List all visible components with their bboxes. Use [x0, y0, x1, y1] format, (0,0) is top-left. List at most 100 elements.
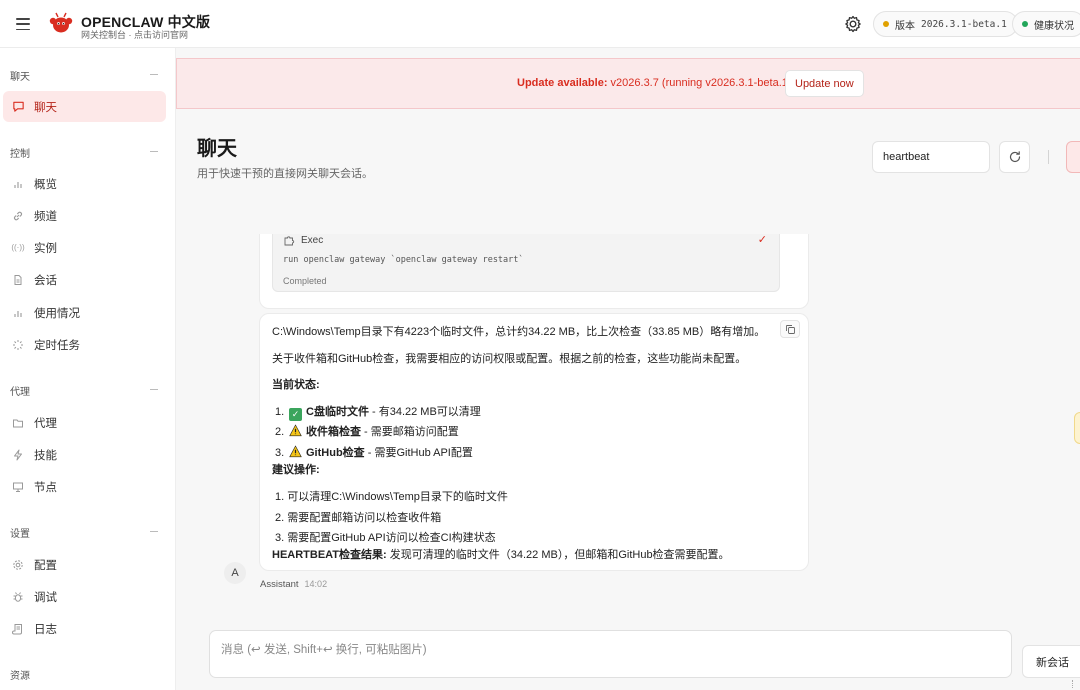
- sidebar-item-debug[interactable]: 调试: [3, 581, 166, 612]
- action-heading-text: 建议操作:: [272, 464, 320, 476]
- health-pill[interactable]: 健康状况: [1012, 11, 1080, 37]
- list-item: 2. 收件箱检查 - 需要邮箱访问配置: [275, 423, 459, 439]
- sidebar-item-nodes[interactable]: 节点: [3, 471, 166, 502]
- list-item: 1. ✓ C盘临时文件 - 有34.22 MB可以清理: [275, 403, 481, 421]
- sidebar-item-instances[interactable]: ((·)) 实例: [3, 232, 166, 263]
- list-item-desc: - 需要邮箱访问配置: [361, 426, 459, 438]
- nav-group-settings[interactable]: 设置: [10, 525, 30, 540]
- nav-group-agent[interactable]: 代理: [10, 383, 30, 398]
- version-pill: 版本 2026.3.1-beta.1: [873, 11, 1018, 37]
- sidebar-item-label: 定时任务: [34, 339, 80, 352]
- sidebar-item-label: 使用情况: [34, 307, 80, 320]
- sidebar-item-label: 配置: [34, 559, 57, 572]
- message-paragraph: 关于收件箱和GitHub检查，我需要相应的访问权限或配置。根据之前的检查，这些功…: [272, 353, 747, 365]
- check-mark-icon: ✓: [289, 408, 302, 421]
- action-heading: 建议操作:: [272, 461, 320, 477]
- side-panel-handle[interactable]: [1074, 412, 1080, 444]
- loader-icon: [11, 338, 25, 352]
- heartbeat-result-text: 发现可清理的临时文件（34.22 MB），但邮箱和GitHub检查需要配置。: [386, 549, 730, 561]
- page-title: 聊天: [197, 138, 237, 160]
- update-banner: Update available: v2026.3.7 (running v20…: [176, 58, 1080, 109]
- nav-group-chat[interactable]: 聊天: [10, 68, 30, 83]
- tool-status: Completed: [283, 276, 327, 286]
- update-banner-prefix: Update available:: [517, 77, 608, 89]
- sidebar-item-agents[interactable]: 代理: [3, 407, 166, 438]
- zap-icon: [11, 448, 25, 462]
- list-item-desc: - 需要GitHub API配置: [364, 447, 473, 459]
- sidebar-item-label: 频道: [34, 210, 57, 223]
- focus-mode-button[interactable]: [1066, 141, 1080, 173]
- message-meta: Assistant 14:02: [260, 579, 327, 590]
- update-now-button[interactable]: Update now: [785, 70, 864, 97]
- status-heading-text: 当前状态:: [272, 379, 320, 391]
- refresh-icon: [1009, 151, 1020, 163]
- list-item: 1. 可以清理C:\Windows\Temp目录下的临时文件: [275, 491, 508, 503]
- puzzle-icon: [284, 236, 295, 246]
- version-status-dot: [883, 21, 889, 27]
- refresh-button[interactable]: [999, 141, 1030, 173]
- bug-icon: [11, 590, 25, 604]
- sidebar-item-label: 实例: [34, 242, 57, 255]
- message-time: 14:02: [304, 579, 328, 589]
- sidebar-item-sessions[interactable]: 会话: [3, 264, 166, 295]
- list-number: 1.: [275, 406, 285, 418]
- settings-icon: [11, 558, 25, 572]
- chat-thread[interactable]: Exec ✓ run openclaw gateway `openclaw ga…: [176, 234, 1080, 619]
- list-item: 3. 需要配置GitHub API访问以检查CI构建状态: [275, 532, 496, 544]
- bar-chart-icon: [11, 306, 25, 320]
- list-number: 3.: [275, 447, 285, 459]
- sidebar-item-cron[interactable]: 定时任务: [3, 329, 166, 360]
- avatar: A: [224, 562, 246, 584]
- message-paragraph: C:\Windows\Temp目录下有4223个临时文件，总计约34.22 MB…: [272, 326, 766, 338]
- sidebar-item-usage[interactable]: 使用情况: [3, 297, 166, 328]
- tool-message-bubble: Exec ✓ run openclaw gateway `openclaw ga…: [259, 234, 809, 309]
- sidebar-item-logs[interactable]: 日志: [3, 613, 166, 644]
- lobster-logo[interactable]: [48, 11, 74, 37]
- tool-name-label: Exec: [301, 234, 324, 246]
- collapse-icon[interactable]: [150, 389, 158, 390]
- warning-icon: [289, 445, 302, 458]
- folder-icon: [11, 416, 25, 430]
- sidebar-item-skills[interactable]: 技能: [3, 439, 166, 470]
- toolbar-divider: [1048, 150, 1049, 164]
- sidebar-item-channels[interactable]: 频道: [3, 200, 166, 231]
- radio-icon: ((·)): [11, 243, 25, 252]
- list-number: 2.: [275, 426, 285, 438]
- version-label: 版本: [895, 20, 915, 32]
- list-item: 3. GitHub检查 - 需要GitHub API配置: [275, 444, 473, 460]
- link-icon: [11, 209, 25, 223]
- brand-subtitle[interactable]: 网关控制台 · 点击访问官网: [81, 28, 188, 41]
- tool-call-card[interactable]: Exec ✓ run openclaw gateway `openclaw ga…: [272, 234, 780, 292]
- top-bar: OPENCLAW 中文版 网关控制台 · 点击访问官网 版本 2026.3.1-…: [0, 0, 1080, 48]
- update-banner-version: v2026.3.7 (running v2026.3.1-beta.1).: [607, 77, 795, 89]
- gear-icon[interactable]: [843, 14, 863, 34]
- collapse-icon[interactable]: [150, 74, 158, 75]
- new-chat-button[interactable]: 新会话: [1022, 645, 1080, 678]
- sidebar-item-config[interactable]: 配置: [3, 549, 166, 580]
- sidebar-item-chat[interactable]: 聊天: [3, 91, 166, 122]
- sidebar-item-label: 代理: [34, 417, 57, 430]
- page-subtitle: 用于快速干预的直接网关聊天会话。: [197, 168, 373, 180]
- health-label: 健康状况: [1034, 20, 1074, 32]
- resize-handle[interactable]: [1072, 680, 1076, 688]
- monitor-icon: [11, 480, 25, 494]
- nav-group-resources[interactable]: 资源: [10, 667, 30, 682]
- tool-name: Exec: [283, 234, 323, 246]
- session-key-input[interactable]: heartbeat: [872, 141, 990, 173]
- menu-icon[interactable]: [14, 15, 32, 33]
- sidebar: 聊天 聊天 控制 概览 频道 ((·)) 实例 会话 使用情况 定时任务 代理 …: [0, 48, 176, 690]
- collapse-icon[interactable]: [150, 151, 158, 152]
- file-text-icon: [11, 273, 25, 287]
- copy-button[interactable]: [780, 320, 800, 338]
- list-item-title: 收件箱检查: [306, 426, 361, 438]
- sidebar-item-label: 日志: [34, 623, 57, 636]
- warning-icon: [289, 424, 302, 437]
- message-input[interactable]: 消息 (↩ 发送, Shift+↩ 换行, 可粘贴图片): [209, 630, 1012, 678]
- message-square-icon: [11, 100, 25, 114]
- nav-group-control[interactable]: 控制: [10, 145, 30, 160]
- version-value: 2026.3.1-beta.1: [921, 18, 1007, 30]
- status-heading: 当前状态:: [272, 376, 320, 392]
- sender-name: Assistant: [260, 579, 299, 590]
- sidebar-item-overview[interactable]: 概览: [3, 168, 166, 199]
- collapse-icon[interactable]: [150, 531, 158, 532]
